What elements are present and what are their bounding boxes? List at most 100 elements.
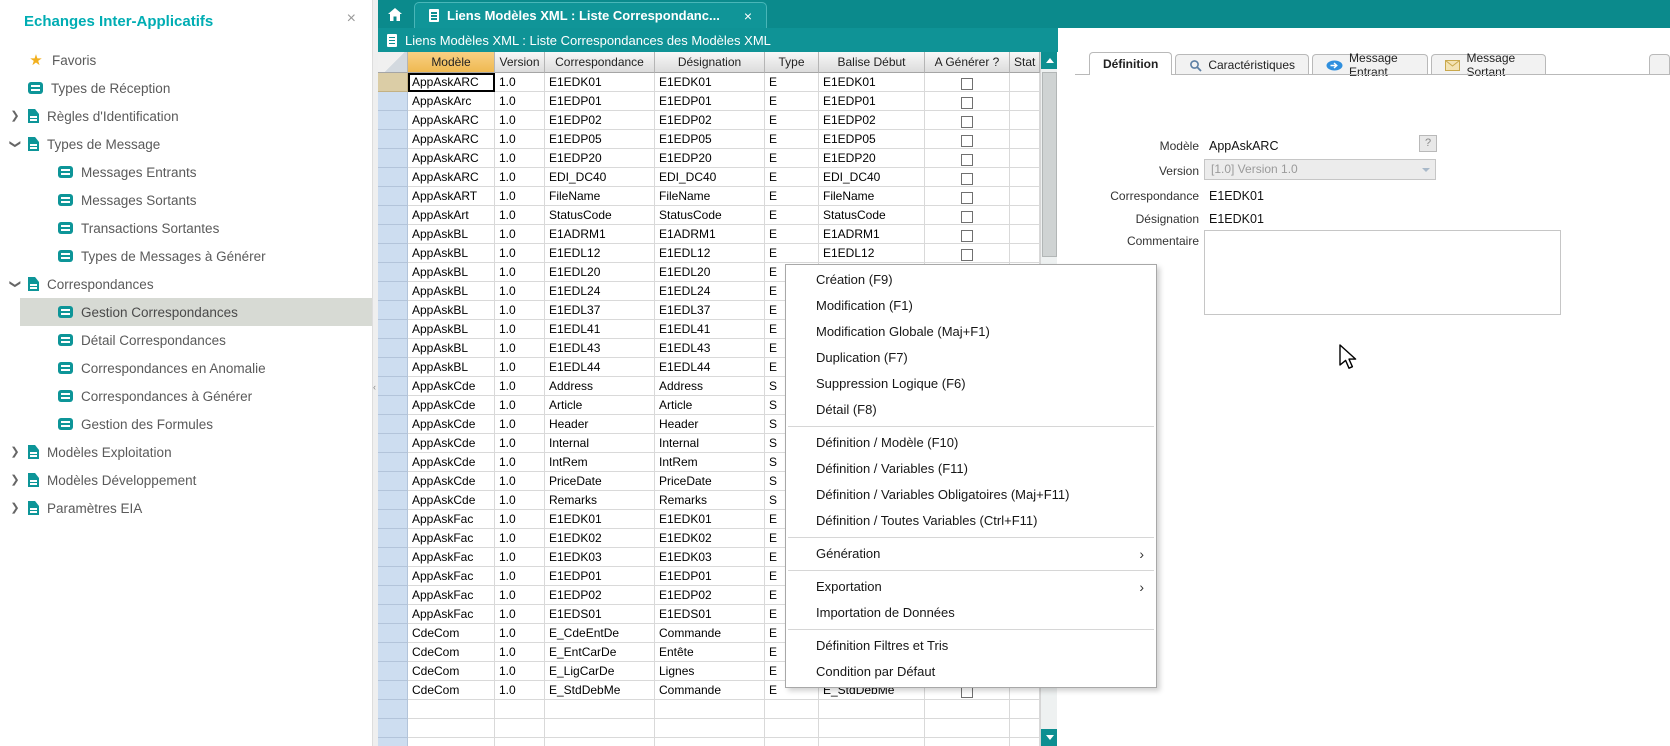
designation-cell[interactable]: StatusCode bbox=[655, 206, 765, 225]
correspondance-cell[interactable]: FileName bbox=[545, 187, 655, 206]
sidebar-close-icon[interactable]: × bbox=[347, 10, 356, 28]
row-selector-cell[interactable] bbox=[378, 396, 408, 415]
type-cell[interactable]: E bbox=[765, 206, 819, 225]
menu-item[interactable]: Définition / Variables (F11) bbox=[786, 456, 1156, 482]
column-header[interactable]: Modèle bbox=[408, 52, 495, 73]
modele-cell[interactable]: AppAskBL bbox=[408, 282, 495, 301]
row-selector-cell[interactable] bbox=[378, 339, 408, 358]
version-cell[interactable]: 1.0 bbox=[495, 434, 545, 453]
designation-cell[interactable]: Lignes bbox=[655, 662, 765, 681]
chevron-down-icon[interactable]: ❯ bbox=[9, 137, 22, 151]
modele-cell[interactable]: AppAskBL bbox=[408, 263, 495, 282]
row-selector-cell[interactable] bbox=[378, 206, 408, 225]
sidebar-item[interactable]: ❯Modèles Développement bbox=[0, 466, 372, 494]
table-row[interactable]: AppAskBL1.0E1EDL12E1EDL12EE1EDL12 bbox=[378, 244, 1040, 263]
version-cell[interactable]: 1.0 bbox=[495, 206, 545, 225]
chevron-down-icon[interactable]: ❯ bbox=[9, 277, 22, 291]
modele-cell[interactable]: AppAskARC bbox=[408, 168, 495, 187]
sidebar-item[interactable]: ❯Paramètres EIA bbox=[0, 494, 372, 522]
generer-checkbox[interactable] bbox=[961, 173, 973, 185]
correspondance-cell[interactable]: E1EDK03 bbox=[545, 548, 655, 567]
row-selector-cell[interactable] bbox=[378, 168, 408, 187]
sidebar-item[interactable]: Correspondances à Générer bbox=[0, 382, 372, 410]
version-cell[interactable]: 1.0 bbox=[495, 662, 545, 681]
row-selector-cell[interactable] bbox=[378, 681, 408, 700]
type-cell[interactable]: E bbox=[765, 149, 819, 168]
row-selector-cell[interactable] bbox=[378, 586, 408, 605]
designation-cell[interactable]: Internal bbox=[655, 434, 765, 453]
menu-item[interactable]: Génération› bbox=[786, 541, 1156, 567]
table-row[interactable]: AppAskARC1.0E1EDP20E1EDP20EE1EDP20 bbox=[378, 149, 1040, 168]
version-cell[interactable]: 1.0 bbox=[495, 586, 545, 605]
correspondance-cell[interactable]: E1EDL44 bbox=[545, 358, 655, 377]
menu-item[interactable]: Duplication (F7) bbox=[786, 345, 1156, 371]
sidebar-item[interactable]: Types de Réception bbox=[0, 74, 372, 102]
generer-checkbox[interactable] bbox=[961, 78, 973, 90]
a-generer-cell[interactable] bbox=[925, 111, 1010, 130]
chevron-right-icon[interactable]: ❯ bbox=[8, 501, 22, 514]
a-generer-cell[interactable] bbox=[925, 187, 1010, 206]
row-selector-cell[interactable] bbox=[378, 377, 408, 396]
correspondance-cell[interactable]: E1EDS01 bbox=[545, 605, 655, 624]
help-button[interactable]: ? bbox=[1419, 135, 1437, 152]
balise-cell[interactable]: FileName bbox=[819, 187, 925, 206]
sidebar-item[interactable]: Messages Entrants bbox=[0, 158, 372, 186]
sidebar-item[interactable]: ❯Modèles Exploitation bbox=[0, 438, 372, 466]
type-cell[interactable]: E bbox=[765, 187, 819, 206]
generer-checkbox[interactable] bbox=[961, 154, 973, 166]
column-header[interactable]: Stat bbox=[1010, 52, 1040, 73]
modele-cell[interactable]: AppAskCde bbox=[408, 415, 495, 434]
menu-item[interactable]: Création (F9) bbox=[786, 267, 1156, 293]
modele-cell[interactable]: CdeCom bbox=[408, 681, 495, 700]
version-cell[interactable]: 1.0 bbox=[495, 73, 545, 92]
row-selector-cell[interactable] bbox=[378, 73, 408, 92]
sidebar-item[interactable]: ★Favoris bbox=[0, 46, 372, 74]
row-selector-cell[interactable] bbox=[378, 624, 408, 643]
designation-cell[interactable]: E1EDK03 bbox=[655, 548, 765, 567]
version-cell[interactable]: 1.0 bbox=[495, 396, 545, 415]
version-cell[interactable]: 1.0 bbox=[495, 358, 545, 377]
column-header[interactable]: Type bbox=[765, 52, 819, 73]
modele-cell[interactable]: AppAskFac bbox=[408, 605, 495, 624]
designation-cell[interactable]: E1EDP20 bbox=[655, 149, 765, 168]
row-selector-cell[interactable] bbox=[378, 301, 408, 320]
correspondance-cell[interactable]: E1EDP20 bbox=[545, 149, 655, 168]
sidebar-item[interactable]: Transactions Sortantes bbox=[0, 214, 372, 242]
a-generer-cell[interactable] bbox=[925, 225, 1010, 244]
sidebar-item[interactable]: Correspondances en Anomalie bbox=[0, 354, 372, 382]
modele-cell[interactable]: CdeCom bbox=[408, 643, 495, 662]
table-row[interactable]: AppAskARC1.0E1EDP02E1EDP02EE1EDP02 bbox=[378, 111, 1040, 130]
version-cell[interactable]: 1.0 bbox=[495, 453, 545, 472]
chevron-right-icon[interactable]: ❯ bbox=[8, 109, 22, 122]
designation-cell[interactable]: IntRem bbox=[655, 453, 765, 472]
row-selector-cell[interactable] bbox=[378, 643, 408, 662]
modele-cell[interactable]: AppAskCde bbox=[408, 453, 495, 472]
table-row[interactable]: AppAskBL1.0E1ADRM1E1ADRM1EE1ADRM1 bbox=[378, 225, 1040, 244]
designation-cell[interactable]: E1EDK01 bbox=[655, 510, 765, 529]
modele-cell[interactable]: AppAskFac bbox=[408, 567, 495, 586]
type-cell[interactable]: E bbox=[765, 130, 819, 149]
row-selector-cell[interactable] bbox=[378, 472, 408, 491]
designation-cell[interactable]: E1EDP01 bbox=[655, 92, 765, 111]
row-selector-cell[interactable] bbox=[378, 453, 408, 472]
modele-cell[interactable]: AppAskBL bbox=[408, 339, 495, 358]
sidebar-item[interactable]: Gestion Correspondances bbox=[0, 298, 372, 326]
version-cell[interactable]: 1.0 bbox=[495, 548, 545, 567]
type-cell[interactable]: E bbox=[765, 225, 819, 244]
row-selector-cell[interactable] bbox=[378, 415, 408, 434]
correspondance-cell[interactable]: E_LigCarDe bbox=[545, 662, 655, 681]
home-button[interactable] bbox=[378, 0, 412, 28]
tab-message-entrant[interactable]: Message Entrant bbox=[1312, 54, 1428, 75]
sidebar-item[interactable]: Détail Correspondances bbox=[0, 326, 372, 354]
tab-close-icon[interactable]: × bbox=[744, 8, 752, 24]
table-row[interactable]: AppAskArc1.0E1EDP01E1EDP01EE1EDP01 bbox=[378, 92, 1040, 111]
row-selector-cell[interactable] bbox=[378, 320, 408, 339]
correspondance-cell[interactable]: Article bbox=[545, 396, 655, 415]
designation-cell[interactable]: Address bbox=[655, 377, 765, 396]
designation-cell[interactable]: E1EDL41 bbox=[655, 320, 765, 339]
row-selector-cell[interactable] bbox=[378, 187, 408, 206]
version-cell[interactable]: 1.0 bbox=[495, 168, 545, 187]
designation-cell[interactable]: PriceDate bbox=[655, 472, 765, 491]
correspondance-cell[interactable]: E1EDL12 bbox=[545, 244, 655, 263]
modele-cell[interactable]: AppAskART bbox=[408, 187, 495, 206]
